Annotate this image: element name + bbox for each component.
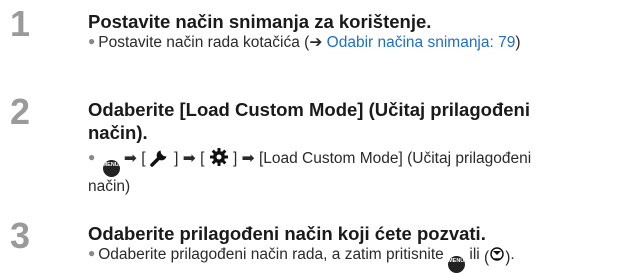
- arrow-icon: ➔: [309, 34, 323, 51]
- step-number: 2: [10, 91, 31, 132]
- arrow-icon: ➡: [241, 150, 255, 167]
- detail-text: Odaberite prilagođeni način rada, a zati…: [98, 246, 444, 263]
- step-number: 1: [10, 3, 31, 44]
- bracket-close: ]: [174, 150, 179, 167]
- step-title: Postavite način snimanja za korištenje.: [88, 11, 432, 32]
- arrow-icon: ➡: [182, 150, 196, 167]
- step-title: Odaberite prilagođeni način koji ćete po…: [88, 223, 486, 244]
- detail-text-line-2: način): [88, 178, 131, 195]
- dial-press-icon: ( ): [484, 247, 511, 266]
- step-detail: ● MENU/SET ➡ [ ] ➡ [ ] ➡ [Load Custom Mo…: [88, 147, 633, 197]
- bracket-open: [: [200, 150, 205, 167]
- step-title-line-1: Odaberite [Load Custom Mode] (Učitaj pri…: [88, 99, 530, 120]
- bracket-open: [: [141, 150, 146, 167]
- menu-set-button-icon: MENU/SET: [448, 256, 476, 273]
- arrow-icon: ➡: [123, 150, 137, 167]
- gear-icon: [209, 147, 229, 173]
- step-number: 3: [10, 215, 31, 256]
- detail-text-line-1: [Load Custom Mode] (Učitaj prilagođeni: [258, 150, 532, 167]
- detail-suffix: ): [515, 34, 521, 51]
- step-detail: ● Postavite način rada kotačića (➔ Odabir…: [88, 33, 633, 53]
- bullet: ●: [88, 150, 96, 164]
- detail-end: .: [510, 246, 515, 263]
- step-detail: ● Odaberite prilagođeni način rada, a zat…: [88, 245, 633, 273]
- bullet: ●: [88, 34, 96, 48]
- bracket-close: ]: [233, 150, 238, 167]
- step-title: Odaberite [Load Custom Mode] (Učitaj pri…: [88, 98, 628, 144]
- detail-text: Postavite način rada kotačića (: [98, 34, 310, 51]
- cross-reference-link[interactable]: Odabir načina snimanja: 79: [327, 34, 516, 51]
- menu-set-button-icon: MENU/SET: [102, 160, 131, 177]
- step-title-line-2: način).: [88, 122, 148, 143]
- bullet: ●: [88, 246, 96, 260]
- detail-or: ili: [469, 246, 480, 263]
- wrench-icon: [150, 147, 170, 173]
